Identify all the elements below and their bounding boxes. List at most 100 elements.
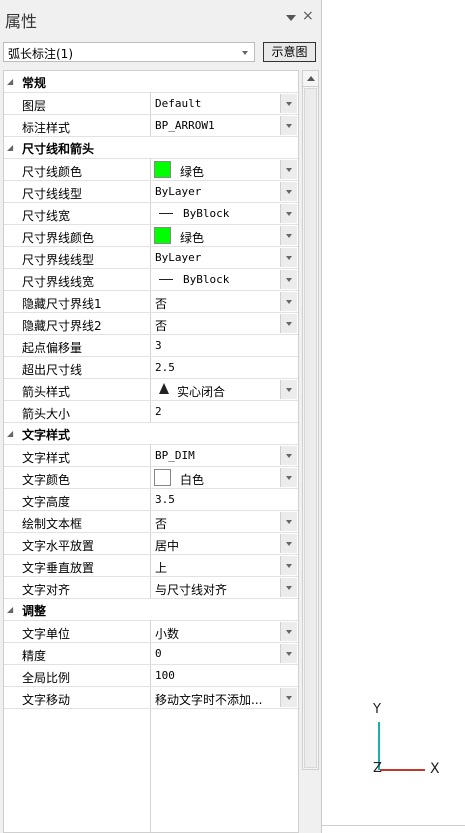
- property-row-text-color[interactable]: 文字颜色 白色: [4, 467, 298, 489]
- property-row-text-align[interactable]: 文字对齐 与尺寸线对齐: [4, 577, 298, 599]
- x-axis-line: [380, 769, 425, 771]
- property-row-origin-offset[interactable]: 起点偏移量 3: [4, 335, 298, 357]
- panel-close-icon[interactable]: ×: [302, 8, 314, 24]
- collapse-triangle-icon[interactable]: ◢: [7, 429, 13, 438]
- property-name: 文字高度: [22, 495, 71, 509]
- property-row-dim-color[interactable]: 尺寸线颜色 绿色: [4, 159, 298, 181]
- dropdown-arrow-icon[interactable]: [280, 94, 297, 113]
- property-row-text-vpos[interactable]: 文字垂直放置 上: [4, 555, 298, 577]
- property-row-ext-lineweight[interactable]: 尺寸界线线宽 ByBlock: [4, 269, 298, 291]
- scroll-up-arrow-icon[interactable]: [303, 71, 318, 87]
- property-row-hide-ext2[interactable]: 隐藏尺寸界线2 否: [4, 313, 298, 335]
- collapse-triangle-icon[interactable]: ◢: [7, 143, 13, 152]
- dropdown-arrow-icon[interactable]: [280, 182, 297, 201]
- property-value[interactable]: 与尺寸线对齐: [155, 581, 227, 598]
- property-row-precision[interactable]: 精度 0: [4, 643, 298, 665]
- property-value[interactable]: ByBlock: [183, 207, 229, 220]
- property-row-text-move[interactable]: 文字移动 移动文字时不添加...: [4, 687, 298, 709]
- property-name: 精度: [22, 649, 47, 663]
- property-row-ext-linetype[interactable]: 尺寸界线线型 ByLayer: [4, 247, 298, 269]
- property-name: 标注样式: [22, 121, 71, 135]
- drawing-canvas[interactable]: Y X Z: [322, 0, 465, 833]
- property-value[interactable]: 小数: [155, 625, 179, 642]
- scrollbar-thumb[interactable]: [304, 88, 317, 768]
- panel-title: 属性: [5, 12, 38, 31]
- collapse-triangle-icon[interactable]: ◢: [7, 77, 13, 86]
- property-row-hide-ext1[interactable]: 隐藏尺寸界线1 否: [4, 291, 298, 313]
- property-row-text-unit[interactable]: 文字单位 小数: [4, 621, 298, 643]
- category-adjust[interactable]: ◢ 调整: [4, 599, 298, 621]
- dropdown-arrow-icon[interactable]: [280, 116, 297, 135]
- property-value[interactable]: 否: [155, 515, 167, 532]
- property-value[interactable]: BP_ARROW1: [155, 119, 215, 132]
- dropdown-arrow-icon[interactable]: [280, 314, 297, 333]
- property-row-arrow-size[interactable]: 箭头大小 2: [4, 401, 298, 423]
- dropdown-arrow-icon[interactable]: [280, 248, 297, 267]
- property-name: 文字水平放置: [22, 539, 95, 553]
- dropdown-arrow-icon[interactable]: [280, 578, 297, 597]
- dropdown-arrow-icon[interactable]: [280, 204, 297, 223]
- vertical-scrollbar[interactable]: [302, 70, 319, 770]
- property-row-arrow-style[interactable]: 箭头样式 实心闭合: [4, 379, 298, 401]
- property-row-ext-beyond[interactable]: 超出尺寸线 2.5: [4, 357, 298, 379]
- dropdown-arrow-icon[interactable]: [280, 644, 297, 663]
- property-value[interactable]: 绿色: [180, 163, 204, 180]
- property-value[interactable]: ByLayer: [155, 251, 201, 264]
- dropdown-arrow-icon[interactable]: [280, 270, 297, 289]
- property-value[interactable]: 0: [155, 647, 162, 660]
- property-value[interactable]: 实心闭合: [177, 383, 225, 400]
- property-row-dim-linetype[interactable]: 尺寸线线型 ByLayer: [4, 181, 298, 203]
- property-value[interactable]: 否: [155, 295, 167, 312]
- property-row-global-scale[interactable]: 全局比例 100: [4, 665, 298, 687]
- property-row-layer[interactable]: 图层 Default: [4, 93, 298, 115]
- property-value[interactable]: 绿色: [180, 229, 204, 246]
- property-name: 尺寸线宽: [22, 209, 71, 223]
- x-axis-label: X: [430, 761, 440, 777]
- property-name: 文字单位: [22, 627, 71, 641]
- object-selector-dropdown[interactable]: 弧长标注(1): [3, 42, 255, 62]
- property-name: 隐藏尺寸界线2: [22, 319, 102, 333]
- dropdown-arrow-icon[interactable]: [280, 534, 297, 553]
- property-row-ext-color[interactable]: 尺寸界线颜色 绿色: [4, 225, 298, 247]
- property-value[interactable]: 100: [155, 669, 175, 682]
- category-text[interactable]: ◢ 文字样式: [4, 423, 298, 445]
- property-value[interactable]: 2.5: [155, 361, 175, 374]
- property-row-text-frame[interactable]: 绘制文本框 否: [4, 511, 298, 533]
- preview-diagram-button[interactable]: 示意图: [263, 42, 316, 62]
- dropdown-arrow-icon[interactable]: [280, 292, 297, 311]
- dropdown-arrow-icon[interactable]: [280, 468, 297, 487]
- dropdown-arrow-icon[interactable]: [280, 556, 297, 575]
- property-value[interactable]: ByLayer: [155, 185, 201, 198]
- category-dimline[interactable]: ◢ 尺寸线和箭头: [4, 137, 298, 159]
- dropdown-arrow-icon[interactable]: [280, 160, 297, 179]
- dropdown-arrow-icon[interactable]: [280, 380, 297, 399]
- property-value[interactable]: BP_DIM: [155, 449, 195, 462]
- panel-titlebar: 属性 ×: [0, 0, 321, 36]
- property-value[interactable]: 移动文字时不添加...: [155, 691, 262, 708]
- chevron-down-icon: [242, 51, 248, 55]
- property-value[interactable]: 居中: [155, 537, 179, 554]
- property-value[interactable]: ByBlock: [183, 273, 229, 286]
- collapse-triangle-icon[interactable]: ◢: [7, 605, 13, 614]
- property-value[interactable]: 3.5: [155, 493, 175, 506]
- property-name: 文字样式: [22, 451, 71, 465]
- dropdown-arrow-icon[interactable]: [280, 512, 297, 531]
- property-row-dimstyle[interactable]: 标注样式 BP_ARROW1: [4, 115, 298, 137]
- property-value[interactable]: Default: [155, 97, 201, 110]
- category-general[interactable]: ◢ 常规: [4, 71, 298, 93]
- property-row-text-height[interactable]: 文字高度 3.5: [4, 489, 298, 511]
- dropdown-arrow-icon[interactable]: [280, 688, 297, 707]
- dropdown-arrow-icon[interactable]: [280, 622, 297, 641]
- property-value[interactable]: 3: [155, 339, 162, 352]
- dropdown-arrow-icon[interactable]: [280, 226, 297, 245]
- property-row-text-hpos[interactable]: 文字水平放置 居中: [4, 533, 298, 555]
- dropdown-arrow-icon[interactable]: [280, 446, 297, 465]
- property-value[interactable]: 否: [155, 317, 167, 334]
- property-name: 绘制文本框: [22, 517, 83, 531]
- property-row-dim-lineweight[interactable]: 尺寸线宽 ByBlock: [4, 203, 298, 225]
- property-value[interactable]: 白色: [180, 471, 204, 488]
- property-row-text-style[interactable]: 文字样式 BP_DIM: [4, 445, 298, 467]
- panel-menu-dropdown-icon[interactable]: [284, 12, 296, 24]
- property-value[interactable]: 上: [155, 559, 167, 576]
- property-value[interactable]: 2: [155, 405, 162, 418]
